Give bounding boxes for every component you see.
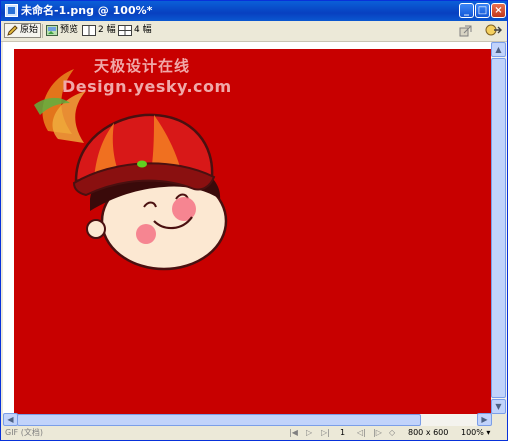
preview-tab[interactable]: 预览 [46,23,78,38]
vertical-scroll-thumb[interactable] [491,58,506,398]
zoom-value: 100% [461,428,484,437]
preview-label: 预览 [60,25,79,35]
four-up-label: 4 幅 [134,25,152,35]
toolbar-separator [42,24,43,38]
pencil-icon [7,25,18,36]
first-frame-icon[interactable]: |◀ [289,426,298,440]
canvas-viewport: 天极设计在线 Design.yesky.com [3,42,491,414]
zoom-select[interactable]: 100% ▾ [461,426,490,440]
two-up-icon [82,25,96,36]
next-frame-icon[interactable]: |▷ [373,426,382,440]
scroll-down-arrow-icon[interactable]: ▼ [491,399,506,414]
image-size: 800 x 600 [408,428,449,437]
cartoon-boy-head-icon [72,113,228,271]
view-toolbar: 原始 预览 2 幅 4 幅 [1,21,507,42]
image-canvas[interactable]: 天极设计在线 Design.yesky.com [14,49,491,414]
file-format-label: GIF (文档) [5,428,43,437]
export-icon-button[interactable] [459,23,475,38]
four-up-icon [118,25,132,36]
frame-number: 1 [340,428,346,437]
original-view-tab[interactable]: 原始 [4,23,42,38]
maximize-button[interactable]: □ [475,3,490,18]
status-bar: GIF (文档) |◀ ▷ ▷| 1 ◁| |▷ ◇ 800 x 600 100… [1,426,507,440]
minimize-button[interactable]: _ [459,3,474,18]
original-view-label: 原始 [20,25,39,35]
scroll-up-arrow-icon[interactable]: ▲ [491,42,506,57]
two-up-tab[interactable]: 2 幅 [82,23,116,38]
prev-frame-icon[interactable]: ◁| [357,426,366,440]
arrow-options-icon [485,24,502,36]
window-title: 未命名-1.png @ 100%* [21,4,153,17]
export-icon [459,25,472,37]
vertical-scrollbar[interactable]: ▲ ▼ [491,42,507,414]
play-icon[interactable]: ▷ [306,426,312,440]
four-up-tab[interactable]: 4 幅 [118,23,152,38]
options-menu-button[interactable] [485,23,505,38]
image-preview-icon [46,25,58,36]
horizontal-scrollbar[interactable]: ◀ ▶ [3,413,492,426]
horizontal-scroll-thumb[interactable] [17,414,421,426]
title-bar[interactable]: 未命名-1.png @ 100%* _ □ × [1,1,507,21]
scroll-right-arrow-icon[interactable]: ▶ [477,413,492,426]
two-up-label: 2 幅 [98,25,116,35]
scroll-left-arrow-icon[interactable]: ◀ [3,413,18,426]
loop-icon[interactable]: ◇ [389,426,395,440]
last-frame-icon[interactable]: ▷| [321,426,330,440]
document-icon [5,4,18,17]
close-button[interactable]: × [491,3,506,18]
document-window: 未命名-1.png @ 100%* _ □ × 原始 预览 2 幅 4 幅 天极… [0,0,508,441]
